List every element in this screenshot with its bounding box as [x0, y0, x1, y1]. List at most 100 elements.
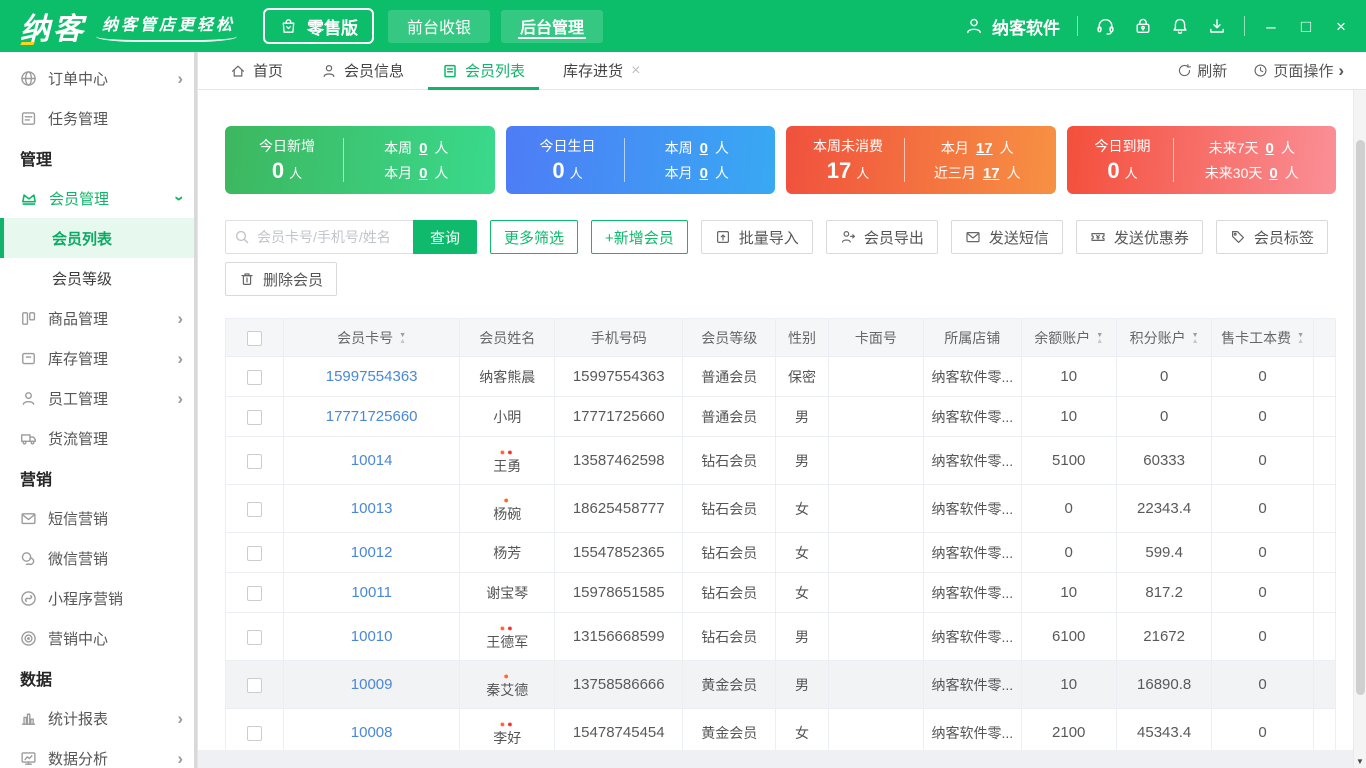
person-icon [321, 63, 337, 79]
col-fee[interactable]: 售卡工本费 ▼ ▲ [1211, 318, 1314, 357]
sidebar-subitem-member-level[interactable]: 会员等级 [0, 258, 197, 298]
row-checkbox[interactable] [247, 629, 263, 645]
stat-link-value[interactable]: 17 [983, 165, 1000, 182]
stat-link-value[interactable]: 17 [976, 140, 993, 157]
chevron-right-icon: › [177, 348, 183, 368]
search-button[interactable]: 查询 [413, 220, 478, 254]
tab-home[interactable]: 首页 [230, 52, 283, 89]
sidebar-item-task-mgmt[interactable]: 任务管理 [0, 98, 197, 138]
member-level: 钻石会员 [682, 572, 777, 613]
edition-badge-button[interactable]: 零售版 [263, 8, 375, 44]
close-button[interactable]: × [1332, 18, 1350, 35]
member-card-link[interactable]: 15997554363 [283, 356, 461, 397]
sort-icon[interactable]: ▼ ▲ [399, 332, 406, 345]
select-all-checkbox[interactable] [247, 330, 263, 346]
stat-link-value[interactable]: 0 [1269, 165, 1277, 182]
content-panel: 今日新增 0人 本周 0 人 本月 0 人 今日生日 0人 本周 0 人 本月 … [198, 90, 1366, 750]
member-name-cell: ●● 王勇 [459, 436, 556, 485]
scroll-down-icon[interactable]: ▼ [1354, 757, 1366, 766]
export-member-button[interactable]: 会员导出 [825, 220, 938, 254]
clipboard-list-icon [442, 63, 458, 79]
envelope-icon [20, 510, 37, 527]
member-card-link[interactable]: 10014 [283, 436, 461, 485]
table-row: 15997554363 纳客熊晨 15997554363 普通会员 保密 纳客软… [224, 356, 1337, 397]
truck-icon [20, 430, 37, 447]
row-checkbox[interactable] [247, 369, 263, 385]
row-checkbox[interactable] [247, 501, 263, 517]
maximize-button[interactable]: □ [1297, 18, 1315, 35]
sidebar-item-data-analysis[interactable]: 数据分析 › [0, 738, 197, 768]
sidebar-item-staff-mgmt[interactable]: 员工管理 › [0, 378, 197, 418]
send-coupon-button[interactable]: 发送优惠券 [1075, 220, 1203, 254]
sort-icon[interactable]: ▼ ▲ [1096, 332, 1103, 345]
member-card-link[interactable]: 10009 [283, 660, 461, 709]
sidebar: 订单中心 › 任务管理 管理 会员管理 › 会员列表 会员等级 商品管理 › 库… [0, 52, 198, 768]
scrollbar-thumb[interactable] [1356, 140, 1365, 695]
sidebar-item-logistics-mgmt[interactable]: 货流管理 [0, 418, 197, 458]
row-checkbox[interactable] [247, 453, 263, 469]
sidebar-item-member-mgmt[interactable]: 会员管理 › [0, 178, 197, 218]
member-phone: 13156668599 [554, 612, 684, 661]
col-balance[interactable]: 余额账户 ▼ ▲ [1020, 318, 1117, 357]
col-card-no[interactable]: 会员卡号 ▼ ▲ [283, 318, 461, 357]
sort-icon[interactable]: ▼ ▲ [1192, 332, 1199, 345]
tab-member-list[interactable]: 会员列表 [428, 52, 540, 90]
member-tag-dots: ●● [461, 622, 554, 633]
stat-link-value[interactable]: 0 [700, 165, 708, 182]
front-desk-button[interactable]: 前台收银 [388, 9, 491, 43]
back-office-button[interactable]: 后台管理 [501, 9, 604, 43]
more-filter-button[interactable]: 更多筛选 [490, 220, 579, 254]
page-actions-button[interactable]: 页面操作 › [1253, 60, 1344, 81]
sidebar-item-inventory-mgmt[interactable]: 库存管理 › [0, 338, 197, 378]
row-checkbox[interactable] [247, 585, 263, 601]
card-unit: 人 [289, 166, 303, 181]
row-checkbox[interactable] [247, 545, 263, 561]
send-sms-button[interactable]: 发送短信 [950, 220, 1063, 254]
sort-icon[interactable]: ▼ ▲ [1297, 332, 1304, 345]
tab-inventory-purchase[interactable]: 库存进货 × [563, 52, 640, 89]
delete-member-button[interactable]: 删除会员 [225, 262, 338, 296]
add-member-button[interactable]: +新增会员 [591, 220, 688, 254]
download-icon[interactable] [1207, 16, 1227, 36]
coupon-icon [1090, 229, 1106, 245]
stat-link-value[interactable]: 0 [1265, 140, 1273, 157]
member-card-link[interactable]: 10012 [283, 532, 461, 573]
lock-icon[interactable] [1133, 16, 1153, 36]
member-gender: 女 [775, 572, 829, 613]
stat-link-value[interactable]: 0 [700, 140, 708, 157]
refresh-button[interactable]: 刷新 [1177, 60, 1227, 81]
member-card-link[interactable]: 17771725660 [283, 396, 461, 437]
sidebar-item-miniapp-marketing[interactable]: 小程序营销 [0, 578, 197, 618]
vertical-scrollbar[interactable]: ▼ [1353, 90, 1366, 768]
col-points[interactable]: 积分账户 ▼ ▲ [1115, 318, 1213, 357]
member-gender: 男 [775, 396, 829, 437]
stat-label: 未来7天 [1208, 139, 1259, 156]
member-card-link[interactable]: 10011 [283, 572, 461, 613]
stat-link-value[interactable]: 0 [419, 165, 427, 182]
member-card-link[interactable]: 10013 [283, 484, 461, 533]
row-checkbox[interactable] [247, 725, 263, 741]
card-title: 本周未消费 [813, 138, 883, 154]
sidebar-item-wechat-marketing[interactable]: 微信营销 [0, 538, 197, 578]
sidebar-item-stats-report[interactable]: 统计报表 › [0, 698, 197, 738]
search-input[interactable] [225, 220, 413, 254]
member-card-link[interactable]: 10008 [283, 708, 461, 750]
sidebar-section-management: 管理 [20, 152, 53, 169]
bell-icon[interactable] [1170, 16, 1190, 36]
stat-link-value[interactable]: 0 [419, 140, 427, 157]
sidebar-item-order-center[interactable]: 订单中心 › [0, 58, 197, 98]
sidebar-item-product-mgmt[interactable]: 商品管理 › [0, 298, 197, 338]
sidebar-item-sms-marketing[interactable]: 短信营销 [0, 498, 197, 538]
headset-icon[interactable] [1095, 16, 1116, 37]
batch-import-button[interactable]: 批量导入 [700, 220, 813, 254]
row-checkbox[interactable] [247, 677, 263, 693]
row-checkbox[interactable] [247, 409, 263, 425]
member-card-link[interactable]: 10010 [283, 612, 461, 661]
sidebar-subitem-member-list[interactable]: 会员列表 [0, 218, 197, 258]
close-icon[interactable]: × [631, 62, 640, 80]
minimize-button[interactable]: – [1262, 18, 1280, 35]
tab-member-info[interactable]: 会员信息 [321, 52, 404, 89]
member-tag-button[interactable]: 会员标签 [1215, 220, 1328, 254]
user-menu[interactable]: 纳客软件 [964, 14, 1060, 39]
sidebar-item-marketing-center[interactable]: 营销中心 [0, 618, 197, 658]
